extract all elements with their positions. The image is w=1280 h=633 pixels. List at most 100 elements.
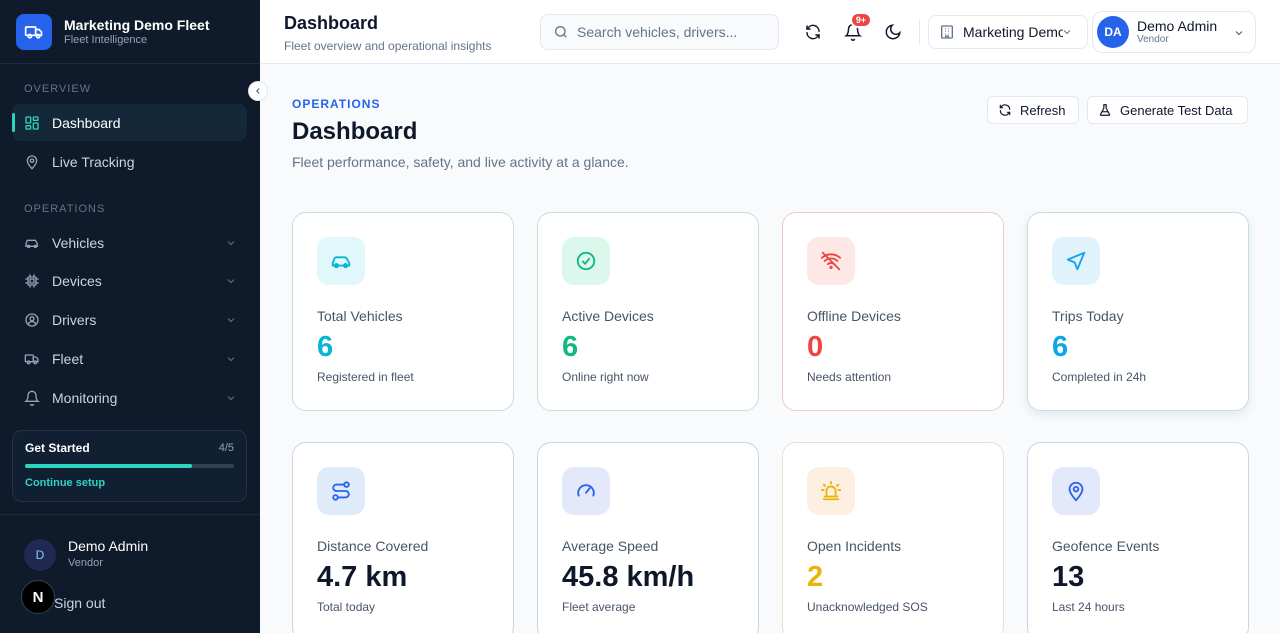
car-icon (24, 235, 40, 251)
card-icon-wrap (807, 467, 855, 515)
sidebar-item-fleet[interactable]: Fleet (12, 340, 247, 377)
brand-subtitle: Fleet Intelligence (64, 33, 148, 46)
notification-count-badge: 9+ (850, 12, 872, 28)
check-circle-icon (576, 251, 596, 271)
sidebar-item-dashboard[interactable]: Dashboard (12, 104, 247, 141)
card-icon-wrap (1052, 237, 1100, 285)
stat-card-average-speed[interactable]: Average Speed 45.8 km/h Fleet average (537, 442, 759, 633)
organization-select-value: Marketing Demo Fleet (963, 24, 1063, 40)
avatar[interactable]: D (24, 539, 56, 571)
card-caption: Unacknowledged SOS (807, 600, 928, 614)
user-role: Vendor (68, 557, 103, 569)
card-caption: Last 24 hours (1052, 600, 1125, 614)
card-label: Total Vehicles (317, 308, 403, 324)
collapse-sidebar-button[interactable] (248, 81, 268, 101)
chevron-down-icon (225, 352, 237, 368)
chevron-down-icon (225, 313, 237, 329)
section-label-overview: OVERVIEW (24, 83, 92, 95)
card-icon-wrap (317, 237, 365, 285)
card-label: Open Incidents (807, 538, 902, 554)
stat-card-distance-covered[interactable]: Distance Covered 4.7 km Total today (292, 442, 514, 633)
stat-card-geofence-events[interactable]: Geofence Events 13 Last 24 hours (1027, 442, 1249, 633)
card-label: Active Devices (562, 308, 654, 324)
n-badge-button[interactable]: N (21, 580, 55, 614)
grid-icon (24, 115, 40, 131)
get-started-count: 4/5 (218, 442, 234, 454)
sign-out-button[interactable]: Sign out (54, 595, 105, 611)
get-started-title: Get Started (25, 441, 90, 455)
stat-card-offline-devices[interactable]: Offline Devices 0 Needs attention (782, 212, 1004, 411)
continue-setup-link[interactable]: Continue setup (25, 477, 234, 489)
sidebar: Marketing Demo Fleet Fleet Intelligence … (0, 0, 260, 633)
top-header: Dashboard Fleet overview and operational… (260, 0, 1280, 64)
search-icon (553, 24, 569, 40)
page-title: Dashboard (292, 118, 418, 145)
search-input[interactable] (577, 24, 767, 40)
chevron-down-icon (225, 274, 237, 290)
card-value: 0 (807, 331, 824, 363)
card-value: 45.8 km/h (562, 561, 695, 593)
card-value: 13 (1052, 561, 1085, 593)
get-started-progress-fill (25, 464, 193, 468)
sidebar-item-label: Devices (52, 272, 102, 289)
generate-test-data-label: Generate Test Data (1120, 102, 1233, 118)
chevron-left-icon (256, 88, 260, 94)
sidebar-user: D Demo Admin Vendor Sign out (0, 514, 260, 633)
card-label: Offline Devices (807, 308, 901, 324)
truck-icon (24, 351, 40, 367)
sidebar-item-label: Fleet (52, 350, 84, 367)
user-role: Vendor (1137, 34, 1169, 45)
user-name: Demo Admin (1137, 18, 1218, 34)
refresh-icon (998, 103, 1012, 117)
sidebar-item-label: Vehicles (52, 234, 105, 251)
card-label: Geofence Events (1052, 538, 1160, 554)
chip-icon (24, 273, 40, 289)
card-label: Distance Covered (317, 538, 429, 554)
map-pin-icon (24, 154, 40, 170)
brand[interactable]: Marketing Demo Fleet Fleet Intelligence (0, 0, 260, 64)
card-label: Average Speed (562, 538, 659, 554)
main-content: OPERATIONS Dashboard Fleet performance, … (260, 64, 1280, 633)
card-value: 4.7 km (317, 561, 408, 593)
get-started-card: Get Started 4/5 Continue setup (12, 430, 247, 502)
bell-icon (24, 390, 40, 406)
moon-icon[interactable] (883, 22, 903, 42)
card-label: Trips Today (1052, 308, 1124, 324)
stat-card-active-devices[interactable]: Active Devices 6 Online right now (537, 212, 759, 411)
user-name: Demo Admin (68, 538, 149, 554)
sidebar-item-devices[interactable]: Devices (12, 262, 247, 299)
generate-test-data-button[interactable]: Generate Test Data (1087, 96, 1248, 124)
header-subtitle: Fleet overview and operational insights (284, 39, 492, 53)
card-caption: Fleet average (562, 600, 636, 614)
page-subtitle: Fleet performance, safety, and live acti… (292, 154, 629, 170)
sidebar-item-live-tracking[interactable]: Live Tracking (12, 143, 247, 180)
card-icon-wrap (562, 467, 610, 515)
chevron-down-icon (225, 236, 237, 252)
sidebar-item-drivers[interactable]: Drivers (12, 301, 247, 338)
stat-card-trips-today[interactable]: Trips Today 6 Completed in 24h (1027, 212, 1249, 411)
card-caption: Total today (317, 600, 376, 614)
avatar: DA (1097, 16, 1129, 48)
refresh-icon[interactable] (803, 22, 823, 42)
user-menu[interactable]: DA Demo Admin Vendor (1092, 11, 1256, 53)
section-label-operations: OPERATIONS (24, 203, 106, 215)
get-started-progress-bar (25, 464, 234, 468)
building-icon (939, 24, 955, 40)
sidebar-item-label: Live Tracking (52, 153, 135, 170)
card-caption: Completed in 24h (1052, 370, 1147, 384)
organization-select[interactable]: Marketing Demo Fleet (928, 15, 1088, 49)
stat-card-open-incidents[interactable]: Open Incidents 2 Unacknowledged SOS (782, 442, 1004, 633)
card-value: 6 (1052, 331, 1069, 363)
car-icon (331, 256, 351, 269)
stat-card-total-vehicles[interactable]: Total Vehicles 6 Registered in fleet (292, 212, 514, 411)
route-icon (332, 481, 350, 501)
card-caption: Registered in fleet (317, 370, 414, 384)
siren-icon (820, 480, 842, 501)
location-pin-icon (1068, 481, 1084, 502)
sidebar-item-vehicles[interactable]: Vehicles (12, 224, 247, 261)
card-caption: Needs attention (807, 370, 892, 384)
brand-title: Marketing Demo Fleet (64, 16, 210, 33)
sidebar-item-monitoring[interactable]: Monitoring (12, 379, 247, 416)
refresh-button[interactable]: Refresh (987, 96, 1079, 124)
search-box[interactable] (540, 14, 779, 50)
